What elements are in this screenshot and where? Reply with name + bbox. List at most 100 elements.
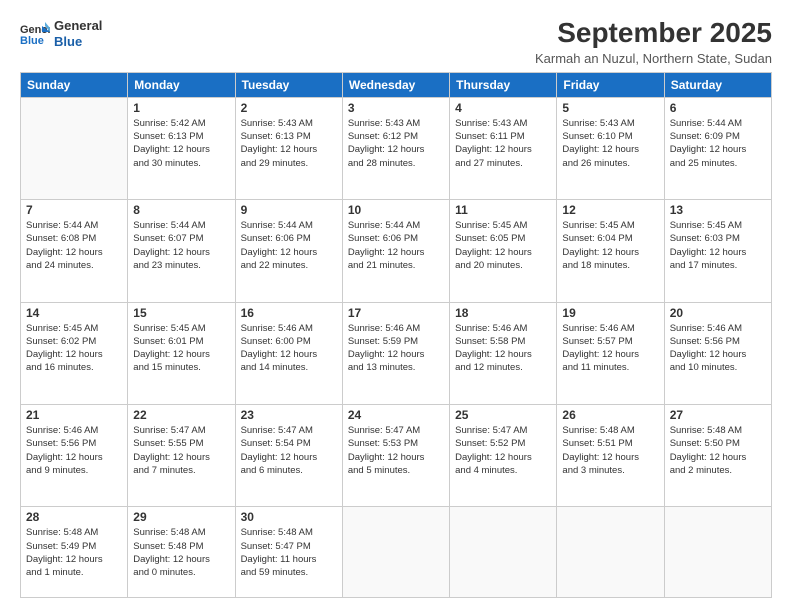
cell-info-line: and 26 minutes.	[562, 157, 658, 170]
cell-info-line: Sunset: 5:50 PM	[670, 437, 766, 450]
day-number: 19	[562, 306, 658, 320]
cell-info-line: and 7 minutes.	[133, 464, 229, 477]
cell-info-line: and 1 minute.	[26, 566, 122, 579]
calendar-table: SundayMondayTuesdayWednesdayThursdayFrid…	[20, 72, 772, 598]
cell-5-2: 29Sunrise: 5:48 AMSunset: 5:48 PMDayligh…	[128, 507, 235, 598]
cell-5-4	[342, 507, 449, 598]
day-number: 14	[26, 306, 122, 320]
cell-info-line: Daylight: 12 hours	[670, 246, 766, 259]
cell-5-6	[557, 507, 664, 598]
day-number: 10	[348, 203, 444, 217]
cell-info-line: Sunrise: 5:46 AM	[348, 322, 444, 335]
cell-info-line: Sunrise: 5:44 AM	[26, 219, 122, 232]
day-number: 23	[241, 408, 337, 422]
cell-5-5	[450, 507, 557, 598]
cell-info-line: Daylight: 12 hours	[26, 553, 122, 566]
cell-info-line: Sunrise: 5:44 AM	[348, 219, 444, 232]
cell-info-line: Sunrise: 5:45 AM	[670, 219, 766, 232]
location-subtitle: Karmah an Nuzul, Northern State, Sudan	[535, 51, 772, 66]
day-number: 30	[241, 510, 337, 524]
cell-info-line: Sunrise: 5:45 AM	[26, 322, 122, 335]
cell-info-line: Daylight: 12 hours	[133, 143, 229, 156]
cell-info-line: Daylight: 12 hours	[133, 451, 229, 464]
cell-info-line: Daylight: 12 hours	[348, 246, 444, 259]
cell-info-line: Daylight: 12 hours	[241, 451, 337, 464]
cell-info-line: Daylight: 12 hours	[562, 143, 658, 156]
cell-4-5: 25Sunrise: 5:47 AMSunset: 5:52 PMDayligh…	[450, 404, 557, 506]
cell-info-line: Sunset: 5:48 PM	[133, 540, 229, 553]
cell-info-line: and 24 minutes.	[26, 259, 122, 272]
cell-info-line: Sunrise: 5:48 AM	[241, 526, 337, 539]
col-header-thursday: Thursday	[450, 72, 557, 97]
page: General Blue General Blue September 2025…	[0, 0, 792, 612]
col-header-wednesday: Wednesday	[342, 72, 449, 97]
cell-info-line: Sunset: 6:06 PM	[348, 232, 444, 245]
day-number: 2	[241, 101, 337, 115]
day-number: 1	[133, 101, 229, 115]
header-row-days: SundayMondayTuesdayWednesdayThursdayFrid…	[21, 72, 772, 97]
cell-2-2: 8Sunrise: 5:44 AMSunset: 6:07 PMDaylight…	[128, 200, 235, 302]
day-number: 28	[26, 510, 122, 524]
cell-info-line: Sunrise: 5:43 AM	[241, 117, 337, 130]
week-row-5: 28Sunrise: 5:48 AMSunset: 5:49 PMDayligh…	[21, 507, 772, 598]
cell-3-2: 15Sunrise: 5:45 AMSunset: 6:01 PMDayligh…	[128, 302, 235, 404]
cell-info-line: and 9 minutes.	[26, 464, 122, 477]
cell-5-1: 28 Sunrise: 5:48 AMSunset: 5:49 PMDayligh…	[21, 507, 128, 598]
day-number: 8	[133, 203, 229, 217]
cell-4-3: 23Sunrise: 5:47 AMSunset: 5:54 PMDayligh…	[235, 404, 342, 506]
cell-info-line: Sunrise: 5:48 AM	[133, 526, 229, 539]
cell-3-1: 14Sunrise: 5:45 AMSunset: 6:02 PMDayligh…	[21, 302, 128, 404]
cell-info-line: Sunrise: 5:43 AM	[562, 117, 658, 130]
cell-info-line: and 20 minutes.	[455, 259, 551, 272]
cell-info-line: Daylight: 12 hours	[241, 246, 337, 259]
cell-info-line: Sunset: 6:13 PM	[133, 130, 229, 143]
cell-3-4: 17Sunrise: 5:46 AMSunset: 5:59 PMDayligh…	[342, 302, 449, 404]
logo-text: General Blue	[54, 18, 102, 49]
cell-info-line: Sunset: 6:06 PM	[241, 232, 337, 245]
cell-2-1: 7Sunrise: 5:44 AMSunset: 6:08 PMDaylight…	[21, 200, 128, 302]
day-number: 13	[670, 203, 766, 217]
cell-info-line: Sunrise: 5:46 AM	[562, 322, 658, 335]
cell-info-line: Daylight: 12 hours	[455, 348, 551, 361]
cell-4-4: 24Sunrise: 5:47 AMSunset: 5:53 PMDayligh…	[342, 404, 449, 506]
cell-1-6: 5Sunrise: 5:43 AMSunset: 6:10 PMDaylight…	[557, 97, 664, 199]
cell-3-7: 20Sunrise: 5:46 AMSunset: 5:56 PMDayligh…	[664, 302, 771, 404]
cell-info-line: and 6 minutes.	[241, 464, 337, 477]
cell-info-line: Sunset: 5:58 PM	[455, 335, 551, 348]
logo-line1: General	[54, 18, 102, 33]
cell-2-7: 13Sunrise: 5:45 AMSunset: 6:03 PMDayligh…	[664, 200, 771, 302]
cell-info-line: Sunset: 6:05 PM	[455, 232, 551, 245]
cell-info-line: Daylight: 12 hours	[670, 143, 766, 156]
cell-info-line: Sunset: 6:11 PM	[455, 130, 551, 143]
cell-info-line: Daylight: 12 hours	[562, 348, 658, 361]
cell-info-line: Sunset: 6:01 PM	[133, 335, 229, 348]
cell-info-line: Sunset: 5:49 PM	[26, 540, 122, 553]
day-number: 27	[670, 408, 766, 422]
logo: General Blue General Blue	[20, 18, 102, 49]
cell-info-line: and 14 minutes.	[241, 361, 337, 374]
day-number: 16	[241, 306, 337, 320]
cell-1-1	[21, 97, 128, 199]
cell-info-line: Sunrise: 5:46 AM	[670, 322, 766, 335]
cell-info-line: Sunrise: 5:43 AM	[348, 117, 444, 130]
svg-text:Blue: Blue	[20, 35, 44, 46]
cell-info-line: and 59 minutes.	[241, 566, 337, 579]
cell-info-line: and 15 minutes.	[133, 361, 229, 374]
cell-info-line: Sunset: 5:56 PM	[26, 437, 122, 450]
cell-info-line: Daylight: 12 hours	[562, 451, 658, 464]
cell-info-line: and 27 minutes.	[455, 157, 551, 170]
day-number: 24	[348, 408, 444, 422]
cell-info-line: Sunrise: 5:48 AM	[26, 526, 122, 539]
cell-info-line: Daylight: 12 hours	[455, 451, 551, 464]
cell-info-line: Sunrise: 5:45 AM	[455, 219, 551, 232]
cell-info-line: Sunset: 6:02 PM	[26, 335, 122, 348]
cell-info-line: Sunrise: 5:45 AM	[133, 322, 229, 335]
week-row-2: 7Sunrise: 5:44 AMSunset: 6:08 PMDaylight…	[21, 200, 772, 302]
cell-2-3: 9Sunrise: 5:44 AMSunset: 6:06 PMDaylight…	[235, 200, 342, 302]
cell-info-line: and 18 minutes.	[562, 259, 658, 272]
day-number: 3	[348, 101, 444, 115]
day-number: 18	[455, 306, 551, 320]
cell-info-line: and 2 minutes.	[670, 464, 766, 477]
cell-info-line: and 0 minutes.	[133, 566, 229, 579]
cell-2-4: 10 Sunrise: 5:44 AMSunset: 6:06 PMDayligh…	[342, 200, 449, 302]
